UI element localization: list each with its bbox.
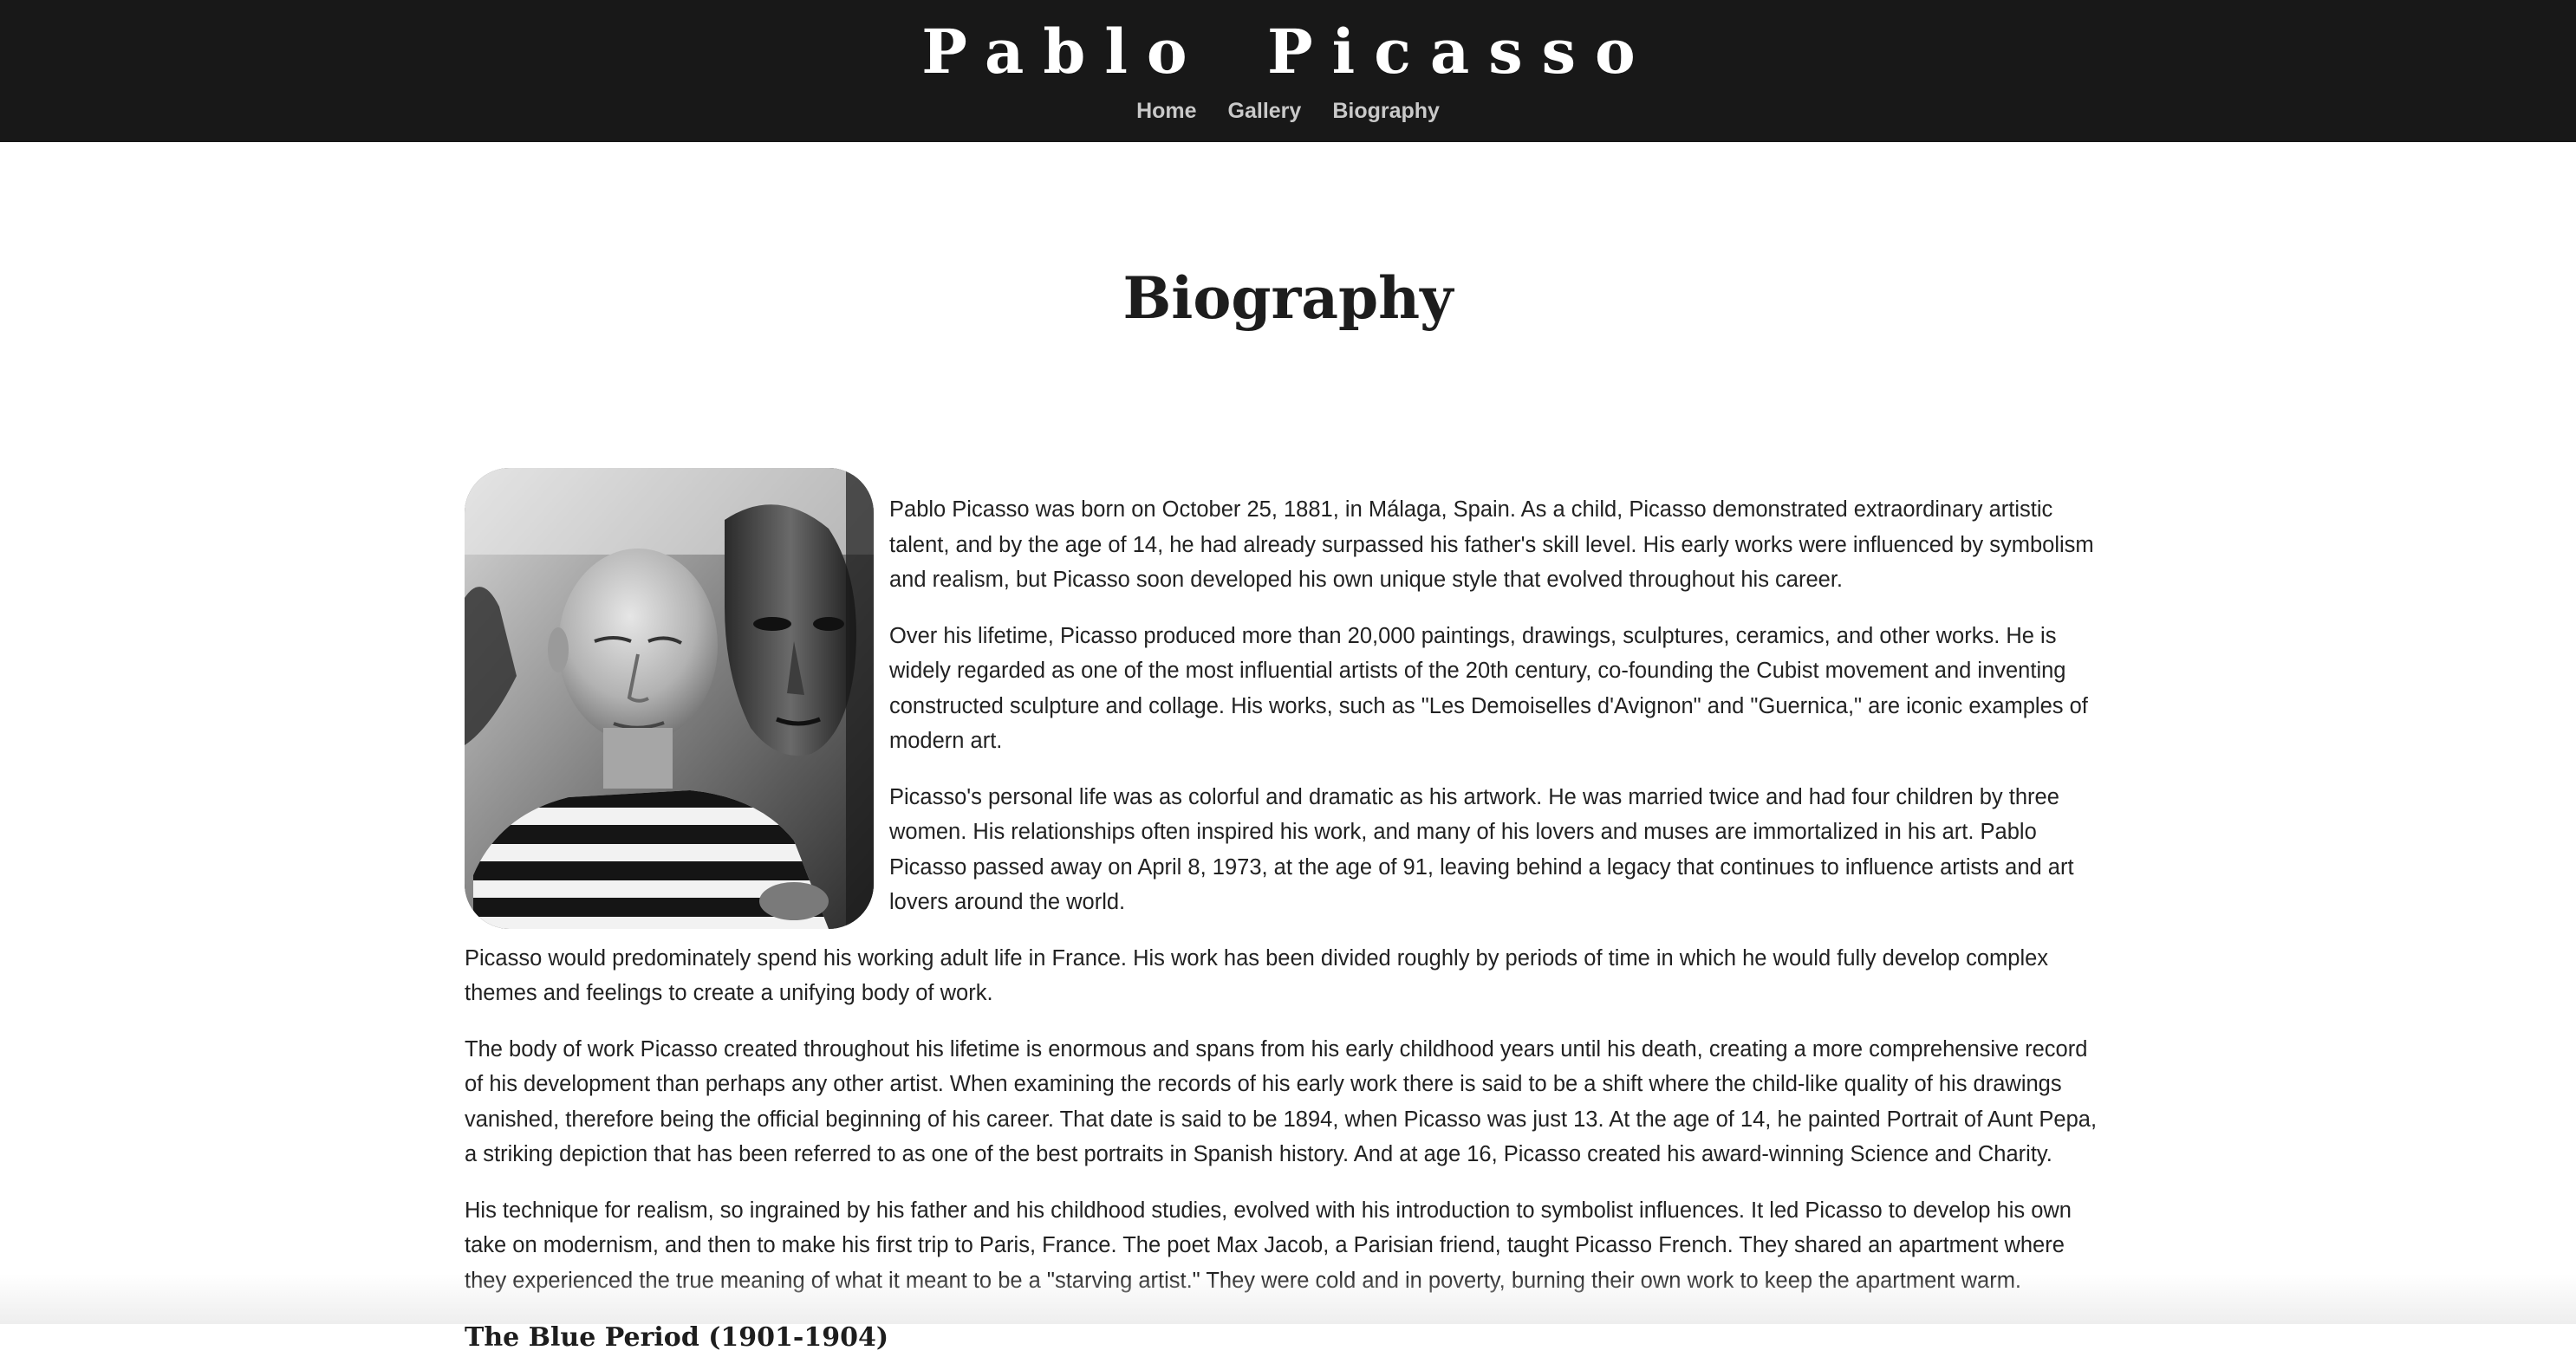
bio-paragraph: Picasso would predominately spend his wo… [465,945,2049,1006]
nav-gallery-link[interactable]: Gallery [1228,94,1302,128]
bio-paragraph: The body of work Picasso created through… [465,1036,2098,1167]
biography-content: Pablo Picasso was born on October 25, 18… [465,468,2101,1357]
bio-paragraph: His technique for realism, so ingrained … [465,1198,2072,1293]
nav-biography-link[interactable]: Biography [1332,94,1440,128]
nav-home-link[interactable]: Home [1136,94,1196,128]
main-nav: Home Gallery Biography [0,94,2576,128]
section-heading-blue-period: The Blue Period (1901-1904) [465,1322,889,1353]
page-title: Biography [1122,264,1454,332]
site-header: Pablo Picasso Home Gallery Biography [0,0,2576,142]
site-title: Pablo Picasso [921,16,1655,88]
portrait-photo [465,468,874,929]
